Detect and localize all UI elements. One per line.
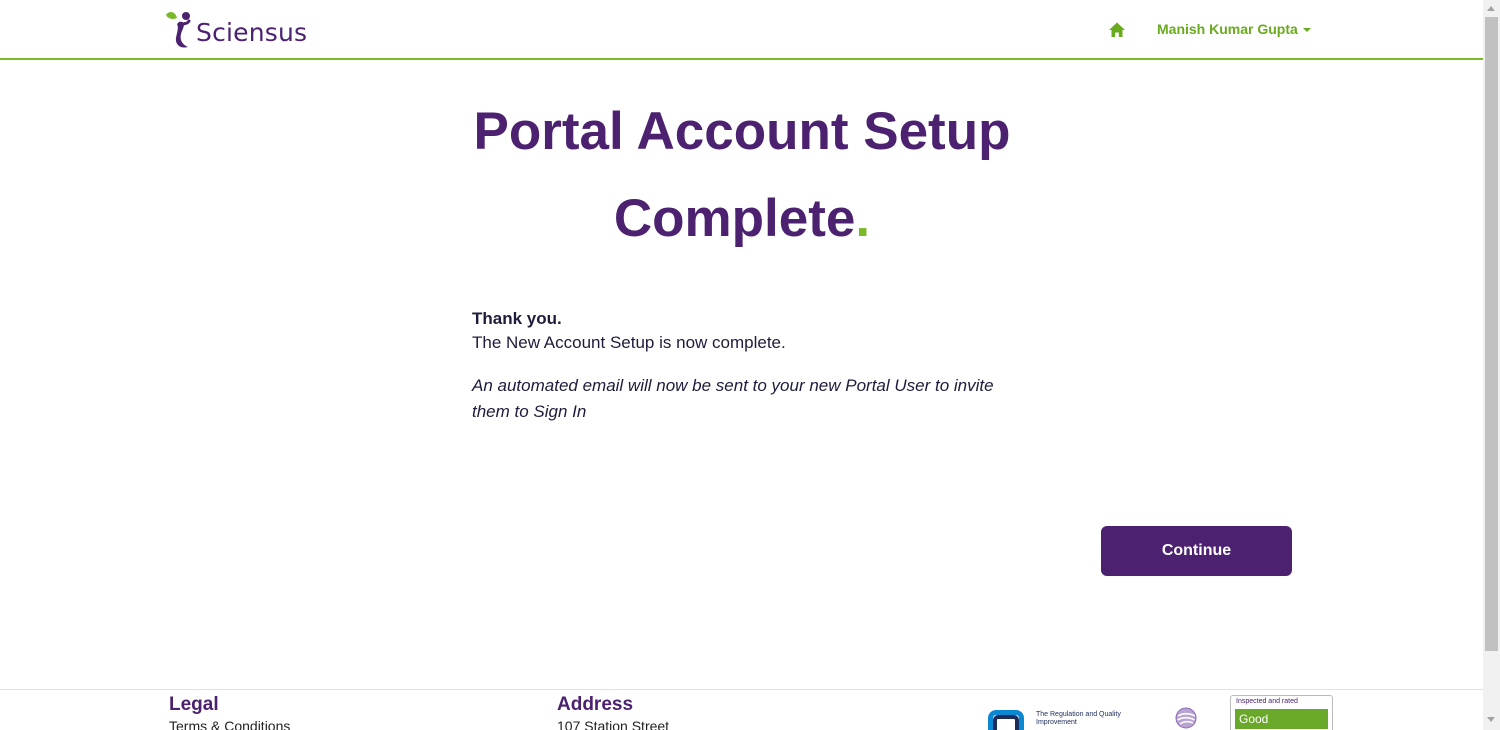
caret-down-icon xyxy=(1302,28,1311,33)
page-title-text: Portal Account Setup Complete xyxy=(473,102,1011,248)
sciensus-logo[interactable]: Sciensus xyxy=(164,8,307,50)
cqc-rating-value: Good xyxy=(1235,709,1328,729)
sciensus-logo-mark-icon xyxy=(166,11,191,48)
page-title: Portal Account Setup Complete. xyxy=(380,88,1104,262)
site-footer: Legal Terms & Conditions Address 107 Sta… xyxy=(0,689,1483,730)
cqc-rating-badge[interactable]: Inspected and rated Good xyxy=(1230,695,1333,730)
continue-button[interactable]: Continue xyxy=(1101,526,1292,576)
rqia-logo-text: The Regulation and Quality Improvement xyxy=(1036,711,1121,726)
scroll-down-arrow-icon[interactable] xyxy=(1487,717,1495,722)
setup-complete-text: The New Account Setup is now complete. xyxy=(472,333,786,352)
rqia-logo-inner-icon xyxy=(993,715,1019,730)
address-heading: Address xyxy=(557,694,634,715)
page: Sciensus Manish Kumar Gupta Portal Accou… xyxy=(0,0,1500,730)
vertical-scrollbar[interactable] xyxy=(1483,0,1500,730)
legal-heading: Legal xyxy=(169,694,219,715)
title-accent-dot: . xyxy=(855,189,871,248)
confirmation-message: Thank you. The New Account Setup is now … xyxy=(472,307,1012,425)
rqia-logo[interactable]: The Regulation and Quality Improvement xyxy=(988,708,1121,730)
scrollbar-thumb[interactable] xyxy=(1485,17,1498,651)
home-icon[interactable] xyxy=(1108,21,1126,39)
scroll-up-arrow-icon[interactable] xyxy=(1487,6,1495,11)
terms-conditions-link[interactable]: Terms & Conditions xyxy=(169,718,290,730)
brand-name: Sciensus xyxy=(196,17,308,47)
user-menu-dropdown[interactable]: Manish Kumar Gupta xyxy=(1157,21,1311,37)
accreditation-globe-icon[interactable] xyxy=(1175,707,1197,729)
thank-you-text: Thank you. xyxy=(472,309,562,328)
site-header: Sciensus Manish Kumar Gupta xyxy=(0,0,1483,60)
address-line: 107 Station Street xyxy=(557,718,670,730)
cqc-caption: Inspected and rated xyxy=(1236,698,1298,705)
automated-email-notice: An automated email will now be sent to y… xyxy=(472,376,994,421)
user-name: Manish Kumar Gupta xyxy=(1157,21,1298,37)
